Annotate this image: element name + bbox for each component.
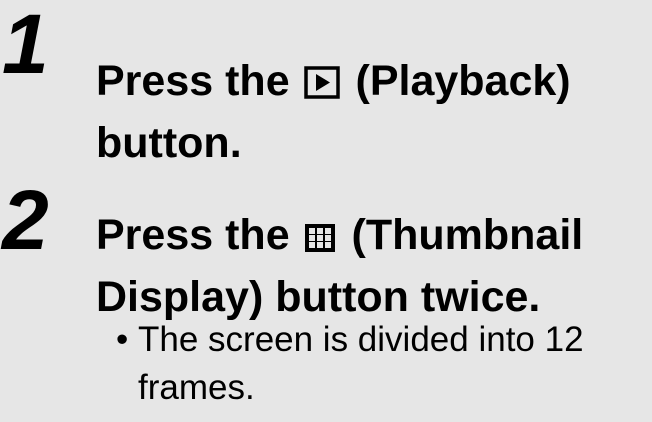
playback-icon	[303, 56, 340, 114]
step-1-press-text: Press the	[96, 57, 290, 105]
step-1-button-text: button.	[96, 119, 242, 167]
step-number-1: 1	[2, 0, 49, 91]
step-2-display-text: Display) button twice.	[96, 273, 541, 321]
step-2-press-text: Press the	[96, 211, 290, 259]
bullet-point: •	[116, 320, 129, 359]
step-number-2: 2	[2, 173, 49, 267]
note-line-1: The screen is divided into 12	[138, 320, 584, 359]
step-2-instruction: Press the (Thumbnail Display) button twi…	[96, 206, 583, 326]
note-text: The screen is divided into 12 frames.	[138, 316, 584, 412]
manual-page: { "steps": [ { "number": "1", "line1_bef…	[0, 0, 652, 422]
step-1-instruction: Press the (Playback) button.	[96, 52, 571, 172]
note-line-2: frames.	[138, 368, 255, 407]
step-1-playback-label: (Playback)	[355, 57, 571, 105]
thumbnail-display-icon	[304, 210, 336, 268]
step-2-thumbnail-label: (Thumbnail	[351, 211, 584, 259]
